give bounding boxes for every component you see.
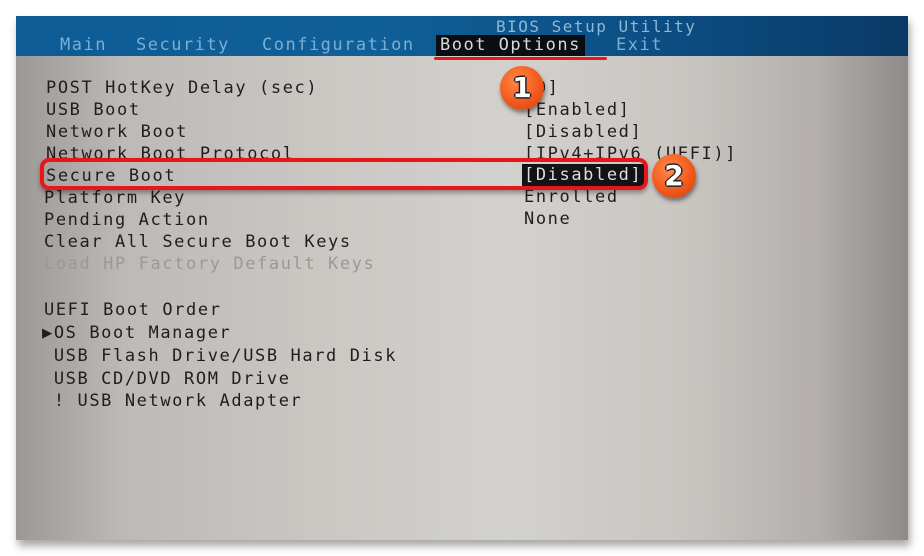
secure-boot-highlight-annotation xyxy=(40,158,648,190)
tab-security[interactable]: Security xyxy=(132,35,234,56)
boot-options-underline-annotation xyxy=(434,57,607,60)
setting-load-hp-factory-keys: Load HP Factory Default Keys xyxy=(44,254,376,274)
step-2-badge: 2 xyxy=(652,154,696,198)
value-pending-action: None xyxy=(524,209,572,229)
tab-configuration[interactable]: Configuration xyxy=(258,35,419,56)
setting-clear-secure-boot-keys[interactable]: Clear All Secure Boot Keys xyxy=(44,231,352,253)
boot-order-item-usb-cd-dvd[interactable]: USB CD/DVD ROM Drive xyxy=(42,368,291,390)
uefi-boot-order-heading: UEFI Boot Order xyxy=(44,300,222,320)
setting-post-hotkey-delay[interactable]: POST HotKey Delay (sec) xyxy=(46,77,318,99)
setting-usb-boot[interactable]: USB Boot xyxy=(46,99,141,121)
boot-order-item-os-boot-manager[interactable]: ▶OS Boot Manager xyxy=(42,322,231,344)
setting-platform-key: Platform Key xyxy=(44,188,187,208)
step-1-badge: 1 xyxy=(500,66,544,110)
setting-pending-action: Pending Action xyxy=(44,210,210,230)
value-usb-boot[interactable]: [Enabled] xyxy=(524,99,631,121)
app-title: BIOS Setup Utility xyxy=(496,17,697,36)
tab-main[interactable]: Main xyxy=(56,35,111,56)
value-network-boot[interactable]: [Disabled] xyxy=(524,121,642,143)
setting-network-boot[interactable]: Network Boot xyxy=(46,121,188,143)
boot-order-item-usb-network[interactable]: ! USB Network Adapter xyxy=(42,390,302,412)
tab-exit[interactable]: Exit xyxy=(612,35,667,56)
bios-screen: BIOS Setup Utility Main Security Configu… xyxy=(16,16,908,540)
tab-boot-options[interactable]: Boot Options xyxy=(436,35,585,56)
bios-header: BIOS Setup Utility Main Security Configu… xyxy=(16,16,908,56)
boot-order-item-usb-flash[interactable]: USB Flash Drive/USB Hard Disk xyxy=(42,345,397,367)
